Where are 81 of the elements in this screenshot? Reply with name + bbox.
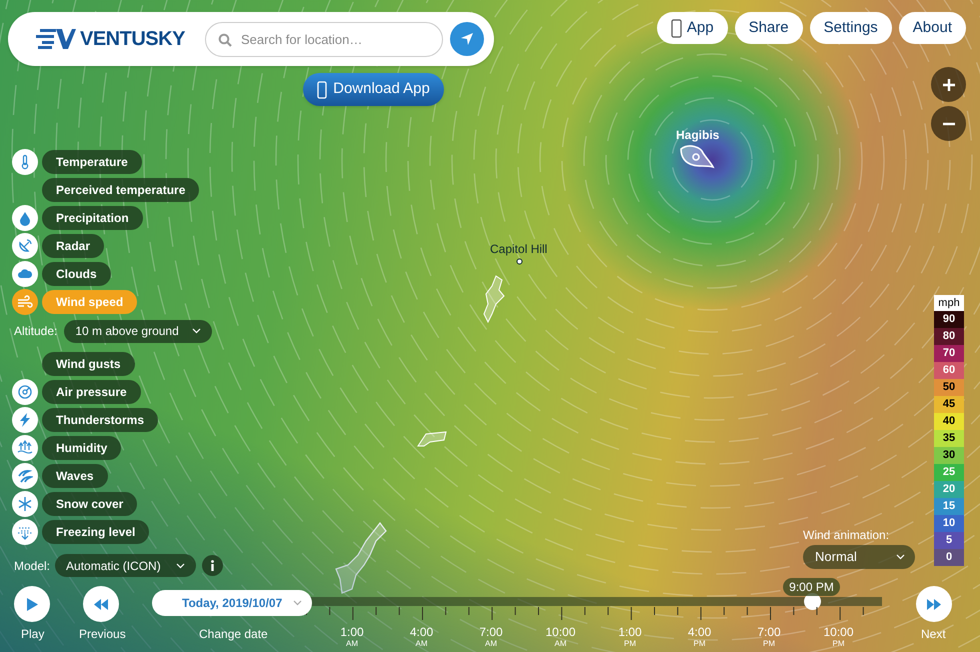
fast-forward-icon <box>927 598 941 610</box>
period-label: AM <box>416 639 428 649</box>
layer-button[interactable]: Freezing level <box>42 520 150 544</box>
period-label: PM <box>694 639 706 649</box>
legend-swatch: 15 <box>934 498 964 515</box>
layer-button[interactable]: Humidity <box>42 436 122 460</box>
legend-swatch: 60 <box>934 362 964 379</box>
logo-text: VENTUSKY <box>80 27 185 52</box>
download-app-button[interactable]: Download App <box>303 73 444 106</box>
legend-swatch: 40 <box>934 413 964 430</box>
unit-label: mph <box>934 295 964 311</box>
altitude-label: Altitude: <box>14 323 58 340</box>
minus-icon <box>942 122 954 126</box>
legend-swatch: 70 <box>934 345 964 362</box>
caret-icon <box>293 600 302 606</box>
legend-swatch: 0 <box>934 549 964 566</box>
period-label: PM <box>624 639 636 649</box>
wind-animation-dropdown[interactable]: Normal <box>803 545 915 569</box>
nav-button[interactable]: App <box>656 12 728 44</box>
altitude-dropdown[interactable]: 10 m above ground <box>64 320 212 342</box>
layer-button[interactable]: Wind gusts <box>42 352 135 376</box>
legend-swatch: 90 <box>934 311 964 328</box>
rewind-icon <box>94 598 108 610</box>
place-label: Capitol Hill <box>490 242 548 256</box>
model-dropdown[interactable]: Automatic (ICON) <box>55 554 196 577</box>
legend-swatch: 25 <box>934 464 964 481</box>
layer-button[interactable]: Perceived temperature <box>42 178 200 202</box>
layer-button[interactable]: Snow cover <box>42 492 138 516</box>
period-label: AM <box>554 639 566 649</box>
date-dropdown[interactable]: Today, 2019/10/07 <box>152 590 312 616</box>
layer-button[interactable]: Radar <box>42 234 104 258</box>
caret-icon <box>176 562 186 568</box>
plus-icon <box>942 78 954 90</box>
legend-swatch: 45 <box>934 396 964 413</box>
time-tooltip: 9:00 PM <box>783 578 840 596</box>
play-icon <box>26 598 38 610</box>
time-label: 4:00 <box>410 625 434 639</box>
next-label: Next <box>921 626 946 643</box>
period-label: AM <box>346 639 358 649</box>
wind-animation-label: Wind animation: <box>803 527 890 544</box>
legend-swatch: 50 <box>934 379 964 396</box>
play-label: Play <box>21 626 44 643</box>
layer-button[interactable]: Thunderstorms <box>42 408 158 432</box>
phone-icon <box>670 18 682 38</box>
model-label: Model: <box>14 558 50 574</box>
period-label: PM <box>763 639 775 649</box>
locate-button[interactable] <box>450 22 484 56</box>
phone-icon <box>317 80 328 98</box>
search-field[interactable]: Search for location… <box>205 22 443 56</box>
nav-button[interactable]: Settings <box>810 12 892 44</box>
legend-swatch: 10 <box>934 515 964 532</box>
place-marker-icon <box>516 258 523 265</box>
legend-swatch: 5 <box>934 532 964 549</box>
time-label: 10:00 <box>545 625 576 639</box>
storm-label: Hagibis <box>676 127 720 144</box>
caret-icon <box>192 328 202 334</box>
info-icon[interactable] <box>202 555 224 576</box>
change-date-label: Change date <box>199 626 268 643</box>
layer-button[interactable]: Air pressure <box>42 380 141 404</box>
period-label: AM <box>485 639 497 649</box>
time-label: 1:00 <box>618 625 642 639</box>
legend-swatch: 20 <box>934 481 964 498</box>
time-label: 4:00 <box>688 625 712 639</box>
time-label: 10:00 <box>823 625 854 639</box>
navigation-arrow-icon <box>460 32 474 46</box>
previous-label: Previous <box>79 626 126 643</box>
legend-swatch: 80 <box>934 328 964 345</box>
legend-swatch: 30 <box>934 447 964 464</box>
layer-button[interactable]: Precipitation <box>42 206 143 230</box>
caret-icon <box>896 554 905 560</box>
nav-button[interactable]: Share <box>734 12 803 44</box>
layer-button[interactable]: Clouds <box>42 262 111 286</box>
layer-button[interactable]: Waves <box>42 464 108 488</box>
search-icon <box>218 32 232 46</box>
time-label: 7:00 <box>479 625 503 639</box>
time-label: 1:00 <box>340 625 364 639</box>
logo-icon <box>36 28 76 50</box>
time-label: 7:00 <box>757 625 781 639</box>
layer-button[interactable]: Temperature <box>42 150 142 174</box>
period-label: PM <box>832 639 844 649</box>
legend-swatch: 35 <box>934 430 964 447</box>
